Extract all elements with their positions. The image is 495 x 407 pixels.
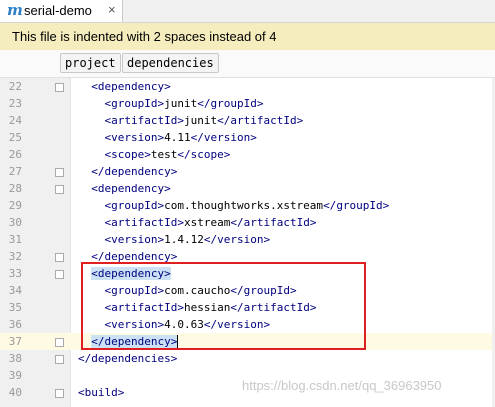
- code-text: <dependency>: [91, 80, 171, 93]
- line-number: 27: [8, 165, 22, 178]
- breadcrumb-project[interactable]: project: [60, 53, 121, 73]
- code-text: <dependency>: [91, 182, 171, 195]
- line-number: 32: [8, 250, 22, 263]
- line-number: 28: [8, 182, 22, 195]
- code-line[interactable]: 29 <groupId>com.thoughtworks.xstream</gr…: [0, 197, 495, 214]
- code-line[interactable]: 25 <version>4.11</version>: [0, 129, 495, 146]
- code-line[interactable]: 24 <artifactId>junit</artifactId>: [0, 112, 495, 129]
- indentation-notification-banner: This file is indented with 2 spaces inst…: [0, 23, 495, 50]
- code-text: </dependencies>: [78, 352, 178, 365]
- banner-text: This file is indented with 2 spaces inst…: [12, 29, 277, 44]
- line-number: 34: [8, 284, 22, 297]
- line-number: 35: [8, 301, 22, 314]
- line-number: 22: [8, 80, 22, 93]
- code-text: </dependency>: [91, 165, 178, 178]
- code-line[interactable]: 28 <dependency>: [0, 180, 495, 197]
- code-line[interactable]: 38 </dependencies>: [0, 350, 495, 367]
- code-text: <version>4.11</version>: [104, 131, 257, 144]
- annotation-red-box: [81, 262, 366, 350]
- code-line[interactable]: 23 <groupId>junit</groupId>: [0, 95, 495, 112]
- line-number: 39: [8, 369, 22, 382]
- line-number: 26: [8, 148, 22, 161]
- line-number: 36: [8, 318, 22, 331]
- code-text: <groupId>com.thoughtworks.xstream</group…: [104, 199, 390, 212]
- line-number: 24: [8, 114, 22, 127]
- code-text: <artifactId>xstream</artifactId>: [104, 216, 317, 229]
- line-number: 25: [8, 131, 22, 144]
- fold-marker-icon[interactable]: [55, 253, 64, 262]
- close-icon[interactable]: ×: [108, 2, 116, 17]
- code-line[interactable]: 22 <dependency>: [0, 78, 495, 95]
- code-line[interactable]: 30 <artifactId>xstream</artifactId>: [0, 214, 495, 231]
- breadcrumb: project dependencies: [0, 50, 495, 78]
- line-number: 37: [8, 335, 22, 348]
- code-line[interactable]: 31 <version>1.4.12</version>: [0, 231, 495, 248]
- fold-marker-icon[interactable]: [55, 83, 64, 92]
- code-text: <scope>test</scope>: [104, 148, 231, 161]
- fold-marker-icon[interactable]: [55, 389, 64, 398]
- line-number: 38: [8, 352, 22, 365]
- maven-m-icon: m: [7, 1, 23, 19]
- code-editor[interactable]: 22 <dependency> 23 <groupId>junit</groupI…: [0, 78, 495, 407]
- code-text: <groupId>junit</groupId>: [104, 97, 264, 110]
- code-text: <build>: [78, 386, 125, 399]
- line-number: 30: [8, 216, 22, 229]
- code-text: <version>1.4.12</version>: [104, 233, 271, 246]
- line-number: 29: [8, 199, 22, 212]
- fold-marker-icon[interactable]: [55, 270, 64, 279]
- fold-marker-icon[interactable]: [55, 355, 64, 364]
- watermark: https://blog.csdn.net/qq_36963950: [242, 378, 442, 393]
- fold-marker-icon[interactable]: [55, 185, 64, 194]
- code-line[interactable]: 26 <scope>test</scope>: [0, 146, 495, 163]
- code-text: <artifactId>junit</artifactId>: [104, 114, 304, 127]
- fold-marker-icon[interactable]: [55, 168, 64, 177]
- editor-tab-serial-demo[interactable]: m serial-demo ×: [0, 0, 123, 22]
- code-line[interactable]: 27 </dependency>: [0, 163, 495, 180]
- line-number: 40: [8, 386, 22, 399]
- line-number: 33: [8, 267, 22, 280]
- tab-label: serial-demo: [24, 3, 92, 18]
- fold-marker-icon[interactable]: [55, 338, 64, 347]
- line-number: 31: [8, 233, 22, 246]
- line-number: 23: [8, 97, 22, 110]
- editor-tab-bar: m serial-demo ×: [0, 0, 495, 23]
- breadcrumb-dependencies[interactable]: dependencies: [122, 53, 219, 73]
